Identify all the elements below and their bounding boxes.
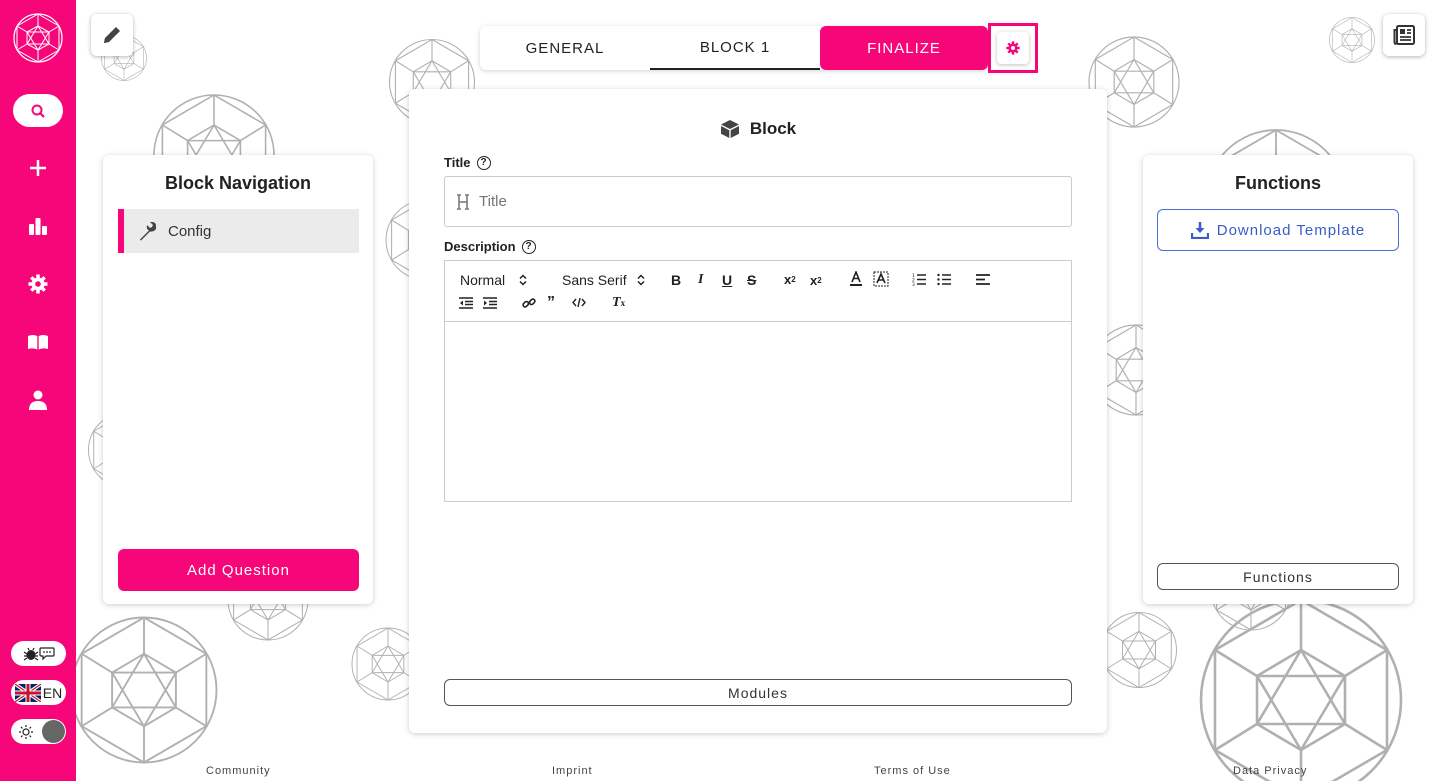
font-select-value: Sans Serif — [562, 272, 627, 288]
subscript-icon[interactable]: x2 — [810, 273, 822, 288]
sun-icon — [19, 724, 33, 739]
code-icon[interactable] — [572, 297, 586, 308]
select-arrows-icon — [519, 274, 527, 286]
statistics-button[interactable] — [24, 212, 52, 240]
underline-icon[interactable]: U — [722, 272, 732, 288]
title-label-text: Title — [444, 155, 471, 170]
block-settings-button[interactable] — [997, 32, 1029, 64]
download-icon — [1190, 222, 1209, 239]
language-switch[interactable]: EN — [11, 680, 66, 705]
heading-select-value: Normal — [460, 272, 506, 288]
news-button[interactable] — [1383, 14, 1425, 56]
download-template-button[interactable]: Download Template — [1157, 209, 1399, 251]
description-label: Description ? — [444, 239, 536, 254]
nav-item-label: Config — [168, 222, 212, 240]
settings-button[interactable] — [24, 270, 52, 298]
language-label: EN — [42, 684, 63, 701]
theme-toggle[interactable] — [11, 719, 66, 744]
chat-bubble-icon — [38, 646, 55, 660]
tab-block-1[interactable]: BLOCK 1 — [650, 26, 820, 70]
book-icon — [28, 335, 48, 350]
help-icon[interactable]: ? — [476, 155, 491, 170]
uk-flag-icon — [14, 683, 41, 702]
superscript-icon[interactable]: x2 — [784, 272, 796, 287]
footer-link-imprint[interactable]: Imprint — [552, 765, 593, 777]
wrench-icon — [140, 222, 156, 241]
logo-icon[interactable] — [12, 12, 64, 64]
sidebar: EN — [0, 0, 76, 781]
outdent-icon[interactable] — [459, 297, 473, 309]
create-button[interactable] — [24, 154, 52, 182]
newspaper-icon — [1393, 25, 1415, 45]
nav-item-config[interactable]: Config — [118, 209, 359, 253]
italic-icon[interactable]: I — [698, 272, 703, 288]
bullet-list-icon[interactable] — [937, 273, 951, 286]
align-icon[interactable] — [976, 274, 990, 285]
select-arrows-icon — [637, 274, 645, 286]
panel-title: Functions — [1235, 173, 1321, 193]
title-field — [444, 176, 1072, 227]
download-template-label: Download Template — [1216, 221, 1366, 239]
tab-general[interactable]: GENERAL — [480, 26, 650, 70]
editor-toolbar: Normal Sans Serif B I U S x2 x2 123 ” T … — [445, 261, 1071, 322]
functions-panel: Functions Download Template Functions — [1143, 155, 1413, 604]
add-question-button[interactable]: Add Question — [118, 549, 359, 591]
step-tabs: GENERAL BLOCK 1 FINALIZE — [480, 26, 988, 70]
docs-button[interactable] — [24, 328, 52, 356]
block-navigation-panel: Block Navigation Config Add Question — [103, 155, 373, 604]
toggle-knob — [42, 720, 65, 743]
heading-select[interactable]: Normal — [460, 272, 527, 288]
strikethrough-icon[interactable]: S — [747, 272, 756, 288]
title-label: Title ? — [444, 155, 491, 170]
settings-highlight — [988, 23, 1038, 73]
ordered-list-icon[interactable]: 123 — [912, 273, 926, 286]
text-color-icon[interactable] — [849, 271, 863, 287]
quote-icon[interactable]: ” — [547, 294, 555, 312]
bug-icon — [23, 647, 38, 661]
panel-title: Block Navigation — [164, 173, 312, 193]
indent-icon[interactable] — [483, 297, 497, 309]
gear-icon — [1006, 41, 1020, 55]
clear-format-icon[interactable]: Tx — [612, 295, 625, 311]
bold-icon[interactable]: B — [671, 272, 681, 288]
title-input[interactable] — [479, 193, 1039, 210]
functions-button[interactable]: Functions — [1157, 563, 1399, 590]
highlight-color-icon[interactable] — [873, 271, 889, 287]
feedback-button[interactable] — [11, 641, 66, 666]
pencil-icon — [104, 27, 120, 43]
user-icon — [29, 390, 47, 410]
block-editor-panel: Block Title ? Description ? Normal Sans … — [409, 89, 1107, 733]
editor-title: Block — [749, 119, 797, 138]
footer-link-privacy[interactable]: Data Privacy — [1233, 765, 1307, 777]
rich-text-editor: Normal Sans Serif B I U S x2 x2 123 ” T … — [444, 260, 1072, 502]
link-icon[interactable] — [522, 296, 536, 310]
modules-button[interactable]: Modules — [444, 679, 1072, 706]
editor-content[interactable] — [445, 322, 1071, 502]
edit-button[interactable] — [91, 14, 133, 56]
plus-icon — [30, 160, 46, 176]
search-button[interactable] — [13, 94, 63, 127]
cube-icon — [720, 120, 739, 138]
profile-button[interactable] — [24, 386, 52, 414]
bar-chart-icon — [29, 218, 47, 235]
footer-link-terms[interactable]: Terms of Use — [874, 765, 951, 777]
search-icon — [31, 104, 45, 118]
heading-icon — [457, 193, 469, 210]
settings-icon — [28, 274, 48, 294]
footer-link-community[interactable]: Community — [206, 765, 271, 777]
svg-text:3: 3 — [912, 282, 915, 286]
tab-finalize[interactable]: FINALIZE — [820, 26, 988, 70]
font-select[interactable]: Sans Serif — [562, 272, 645, 288]
help-icon[interactable]: ? — [521, 239, 536, 254]
description-label-text: Description — [444, 239, 516, 254]
editor-header: Block — [409, 119, 1107, 139]
